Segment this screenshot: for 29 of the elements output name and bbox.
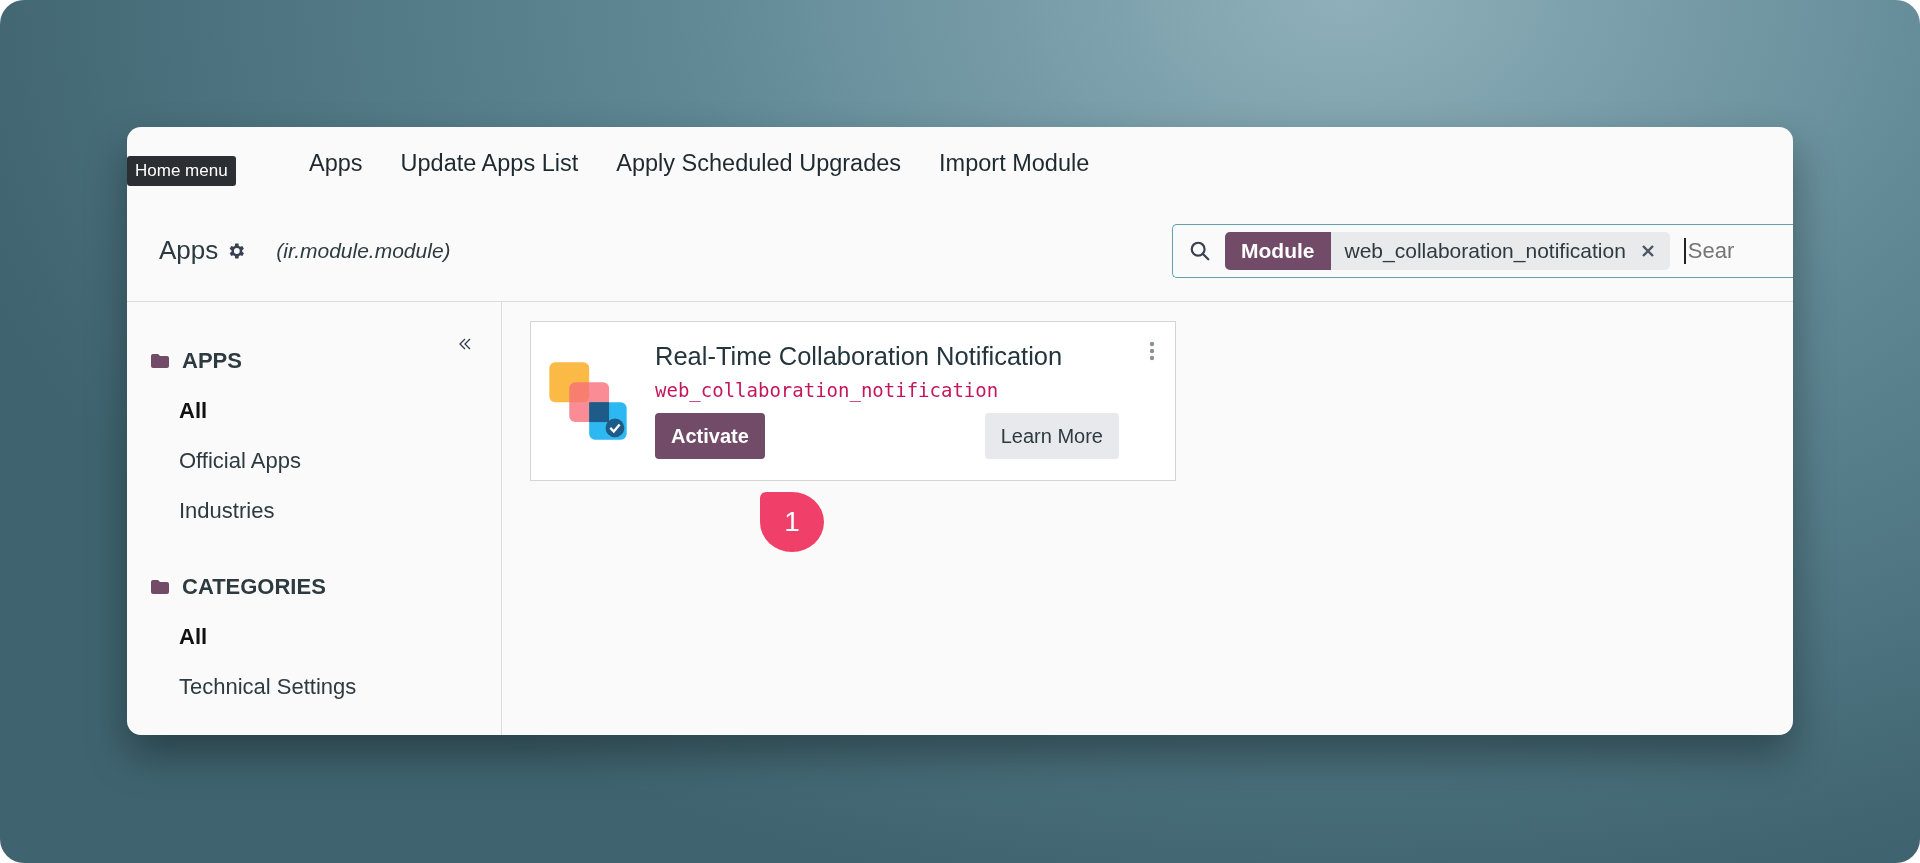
- menu-item[interactable]: Apps: [309, 150, 363, 177]
- module-name: Real-Time Collaboration Notification: [655, 342, 1064, 371]
- technical-name: web_collaboration_notification: [655, 379, 1000, 401]
- page-title: Apps: [159, 235, 219, 266]
- search-icon: [1189, 239, 1211, 262]
- menu-item[interactable]: Import Module: [939, 150, 1090, 177]
- app-logo-icon: [547, 360, 629, 442]
- sidebar-item[interactable]: Technical Settings: [179, 674, 501, 700]
- facet-value: web_collaboration_notification: [1343, 238, 1627, 263]
- sidebar-item[interactable]: Official Apps: [179, 448, 501, 474]
- sidebar-item[interactable]: All: [179, 398, 501, 424]
- sidebar-item[interactable]: Industries: [179, 498, 501, 524]
- collapse-icon[interactable]: [458, 337, 472, 351]
- facet-label: Module: [1225, 231, 1331, 270]
- step-marker: 1: [760, 492, 824, 552]
- menu-item[interactable]: Apply Scheduled Upgrades: [616, 150, 902, 177]
- learn-more-button[interactable]: Learn More: [984, 413, 1119, 459]
- model-name: (ir.module.module): [276, 238, 451, 263]
- menu-item[interactable]: Update Apps List: [400, 150, 579, 177]
- folder-icon: [150, 579, 170, 595]
- search-input[interactable]: Sear: [1683, 237, 1793, 264]
- section-heading: CATEGORIES: [182, 574, 326, 600]
- section-heading: APPS: [182, 348, 242, 374]
- activate-button[interactable]: Activate: [655, 413, 765, 459]
- sidebar-item[interactable]: All: [179, 624, 501, 650]
- close-icon[interactable]: [1639, 242, 1656, 259]
- tooltip: Home menu: [127, 156, 236, 186]
- more-icon[interactable]: [1149, 341, 1155, 361]
- folder-icon: [150, 353, 170, 369]
